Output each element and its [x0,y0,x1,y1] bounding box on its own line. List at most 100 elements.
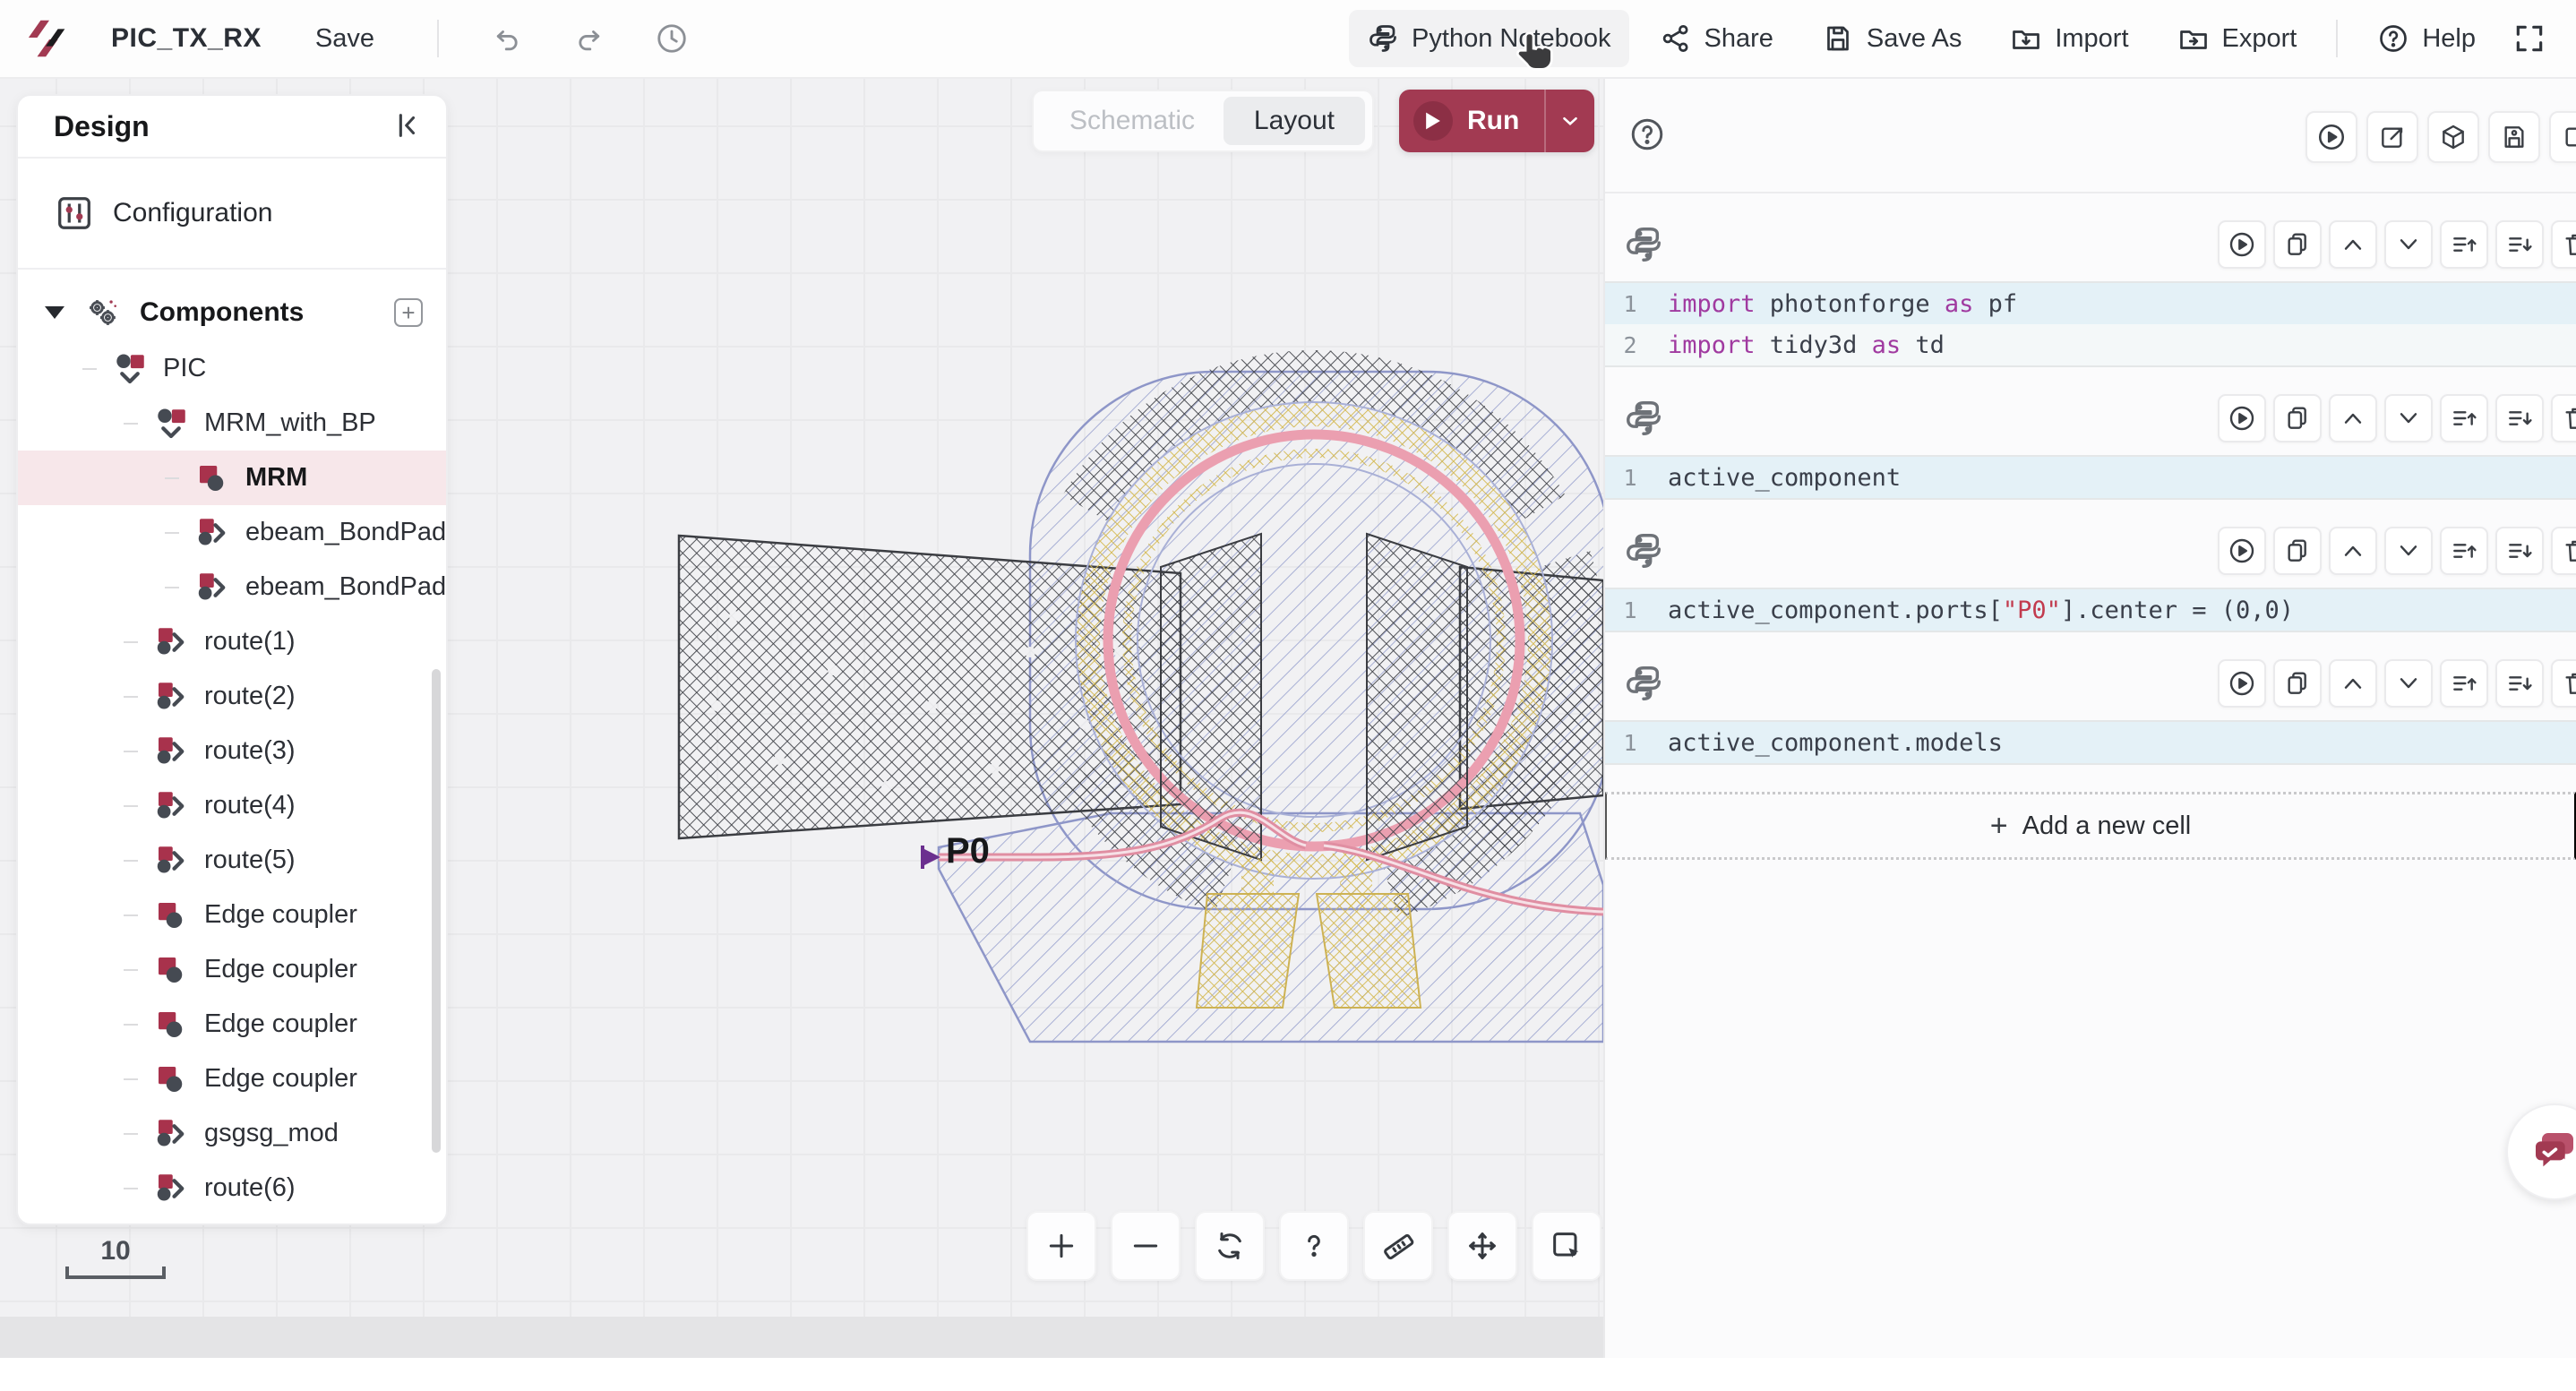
more-button[interactable] [2549,111,2576,163]
run-cell-button[interactable] [2218,527,2266,575]
sidebar-item-edge-coupler[interactable]: Edge coupler [18,997,446,1052]
save-notebook-button[interactable] [2488,111,2540,163]
move-up-button[interactable] [2329,527,2377,575]
sidebar-scrollbar[interactable] [432,669,441,1153]
insert-above-button[interactable] [2440,394,2488,442]
sidebar-item-ebeam-bondpad[interactable]: ebeam_BondPad [18,505,446,560]
sidebar-item-route-5[interactable]: route(5) [18,833,446,888]
cell-actions [2218,659,2576,708]
delete-cell-button[interactable] [2551,394,2576,442]
sidebar-item-ebeam-bondpad[interactable]: ebeam_BondPad [18,560,446,614]
share-button[interactable]: Share [1642,10,1791,67]
sidebar-item-route-3[interactable]: route(3) [18,724,446,778]
duplicate-cell-button[interactable] [2273,527,2322,575]
help-button[interactable] [1279,1211,1349,1281]
configuration-icon [54,193,95,234]
notebook-panel: 1 import photonforge as pf 2 import tidy… [1603,79,2576,1358]
sidebar-item-gsgsg-mod[interactable]: gsgsg_mod [18,1106,446,1161]
duplicate-cell-button[interactable] [2273,220,2322,269]
move-down-button[interactable] [2384,394,2433,442]
top-bar-divider-2 [2336,20,2338,57]
code-editor[interactable]: 1 active_component [1605,455,2576,500]
component-ref-icon [152,623,190,661]
tab-layout[interactable]: Layout [1224,97,1365,145]
undo-icon[interactable] [484,15,530,62]
run-cell-button[interactable] [2218,394,2266,442]
insert-above-button[interactable] [2440,527,2488,575]
export-button[interactable]: Export [2160,10,2315,67]
save-button[interactable]: Save [297,12,392,66]
folder-export-icon [2177,22,2210,55]
duplicate-cell-button[interactable] [2273,659,2322,708]
duplicate-cell-button[interactable] [2273,394,2322,442]
save-as-button[interactable]: Save As [1804,10,1979,67]
sidebar-item-edge-coupler[interactable]: Edge coupler [18,888,446,942]
redo-icon[interactable] [566,15,613,62]
run-cell-button[interactable] [2218,659,2266,708]
sidebar-item-route-1[interactable]: route(1) [18,614,446,669]
collapse-panel-icon[interactable] [391,110,421,143]
tree-connector [124,696,138,698]
run-options-button[interactable] [1544,90,1594,152]
sidebar-item-route-6[interactable]: route(6) [18,1161,446,1215]
help-button[interactable]: Help [2359,10,2494,67]
insert-above-button[interactable] [2440,220,2488,269]
move-down-button[interactable] [2384,527,2433,575]
add-component-button[interactable]: + [394,298,423,327]
sidebar-item-edge-coupler[interactable]: Edge coupler [18,1052,446,1106]
zoom-in-button[interactable] [1026,1211,1096,1281]
line-number: 1 [1605,730,1655,756]
run-cell-button[interactable] [2218,220,2266,269]
sidebar-item-edge-coupler[interactable]: Edge coupler [18,942,446,997]
python-notebook-button[interactable]: Python Notebook [1349,10,1628,67]
pan-button[interactable] [1447,1211,1517,1281]
move-up-button[interactable] [2329,220,2377,269]
notebook-help-icon[interactable] [1628,116,1666,156]
sidebar-item-components[interactable]: Components + [18,284,446,341]
delete-cell-button[interactable] [2551,220,2576,269]
insert-below-button[interactable] [2495,220,2544,269]
insert-below-button[interactable] [2495,394,2544,442]
reset-view-icon [1212,1228,1248,1264]
tree-item-label: Edge coupler [204,900,357,930]
cell-toolbar [1605,219,2576,274]
sidebar-item-route-7[interactable]: route(7) [18,1215,446,1225]
package-button[interactable] [2427,111,2479,163]
move-up-button[interactable] [2329,394,2377,442]
sidebar-item-route-4[interactable]: route(4) [18,778,446,833]
add-new-cell-button[interactable]: + Add a new cell [1605,792,2576,860]
code-editor[interactable]: 1 active_component.models [1605,720,2576,765]
save-as-label: Save As [1867,24,1962,54]
tab-schematic[interactable]: Schematic [1069,106,1195,136]
move-down-button[interactable] [2384,659,2433,708]
sidebar-item-mrm[interactable]: MRM [18,451,446,505]
run-all-button[interactable] [2306,111,2357,163]
fullscreen-icon[interactable] [2506,15,2553,62]
move-down-button[interactable] [2384,220,2433,269]
sidebar-item-route-2[interactable]: route(2) [18,669,446,724]
code-editor[interactable]: 1 active_component.ports["P0"].center = … [1605,588,2576,632]
code-editor[interactable]: 1 import photonforge as pf 2 import tidy… [1605,281,2576,367]
delete-cell-button[interactable] [2551,527,2576,575]
sidebar-item-mrm-with-bp[interactable]: MRM_with_BP [18,396,446,451]
insert-above-button[interactable] [2440,659,2488,708]
design-panel-header: Design [18,96,446,159]
app-logo[interactable] [23,15,75,62]
import-button[interactable]: Import [1992,10,2146,67]
sidebar-item-configuration[interactable]: Configuration [18,159,446,270]
measure-button[interactable] [1363,1211,1433,1281]
run-cell-icon [2228,230,2256,259]
sidebar-item-pic[interactable]: PIC [18,341,446,396]
run-button[interactable]: Run [1399,90,1544,152]
delete-cell-button[interactable] [2551,659,2576,708]
select-region-button[interactable] [1532,1211,1601,1281]
new-cell-button[interactable] [2366,111,2418,163]
history-icon[interactable] [648,15,695,62]
reset-view-button[interactable] [1195,1211,1265,1281]
move-up-button[interactable] [2329,659,2377,708]
insert-below-button[interactable] [2495,659,2544,708]
project-name[interactable]: PIC_TX_RX [111,23,262,54]
insert-below-button[interactable] [2495,527,2544,575]
zoom-out-button[interactable] [1111,1211,1181,1281]
expander-icon[interactable] [45,306,64,319]
